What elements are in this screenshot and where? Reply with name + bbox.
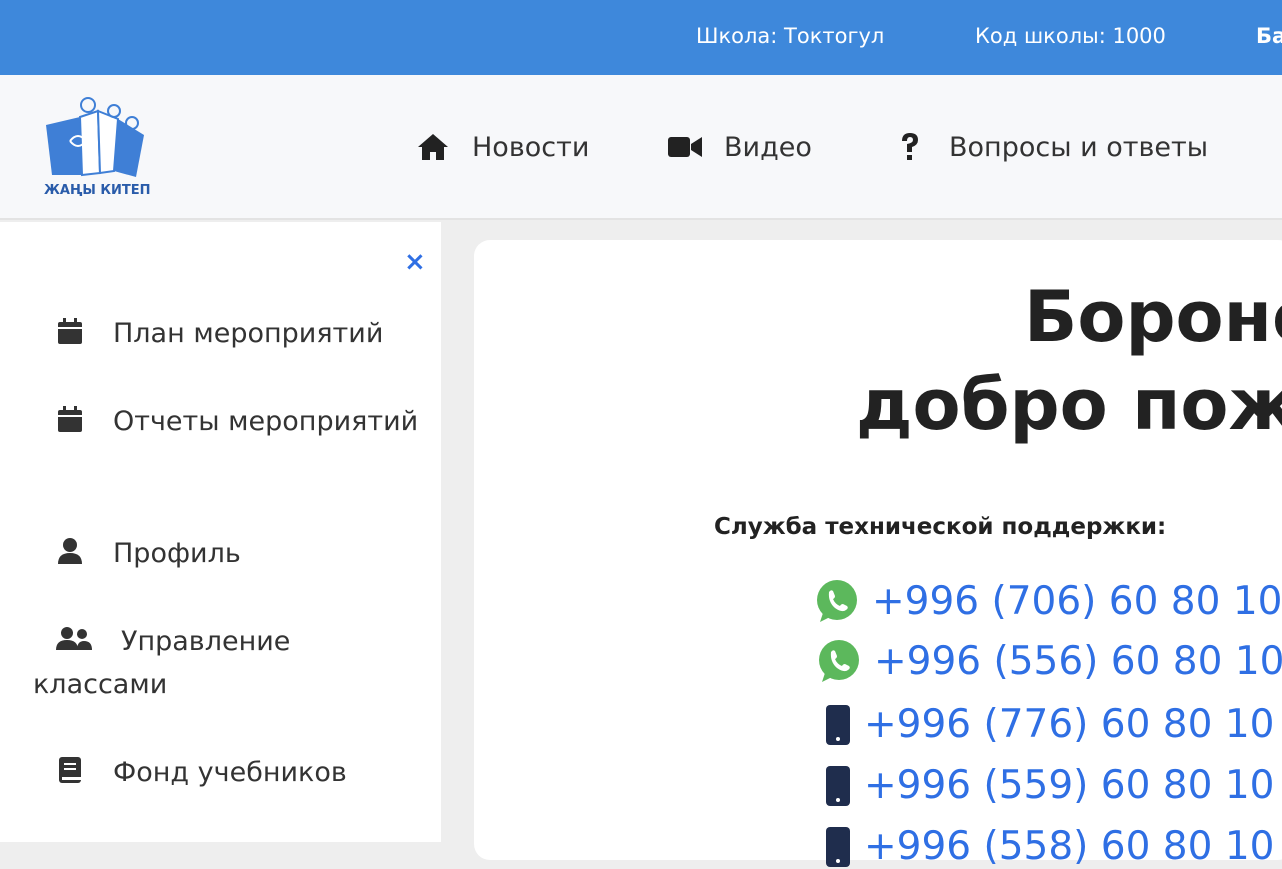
- calendar-icon: [58, 406, 82, 432]
- phone-number: +996 (558) 60 80 10: [864, 824, 1275, 869]
- sidebar-item-label: Отчеты мероприятий: [113, 406, 419, 437]
- mobile-phone-icon: [826, 704, 850, 745]
- phone-number: +996 (776) 60 80 10: [864, 702, 1275, 747]
- whatsapp-icon: [817, 580, 857, 622]
- phone-number: +996 (556) 60 80 10: [874, 638, 1282, 684]
- phone-number: +996 (706) 60 80 10: [872, 578, 1282, 624]
- phone-link[interactable]: +996 (556) 60 80 10: [816, 638, 1282, 684]
- users-icon: [56, 627, 92, 650]
- video-camera-icon: [668, 130, 702, 164]
- nav-faq-label: Вопросы и ответы: [949, 131, 1209, 163]
- phone-link[interactable]: +996 (776) 60 80 10: [824, 702, 1274, 747]
- phone-link[interactable]: +996 (559) 60 80 10: [824, 763, 1274, 808]
- question-icon: [893, 130, 927, 164]
- nav-news[interactable]: Новости: [416, 127, 589, 167]
- user-icon: [58, 538, 82, 564]
- sidebar-item-events-reports[interactable]: Отчеты мероприятий: [33, 400, 423, 443]
- balance-label-truncated: Ба: [1256, 24, 1282, 48]
- calendar-icon: [58, 318, 82, 344]
- sidebar-item-class-management[interactable]: Управление классами: [33, 620, 423, 706]
- sidebar-item-label: План мероприятий: [113, 318, 384, 349]
- phone-link[interactable]: +996 (706) 60 80 10: [814, 578, 1282, 624]
- sidebar-close-button[interactable]: ×: [404, 249, 426, 275]
- sidebar-item-label: Фонд учебников: [113, 757, 347, 788]
- sidebar-item-label: Профиль: [113, 538, 241, 569]
- home-icon: [416, 130, 450, 164]
- support-label: Служба технической поддержки:: [714, 514, 1167, 540]
- sidebar-item-textbook-fund[interactable]: Фонд учебников: [33, 751, 423, 794]
- mobile-phone-icon: [826, 826, 850, 867]
- phone-link[interactable]: +996 (558) 60 80 10: [824, 824, 1274, 869]
- school-code: Код школы: 1000: [975, 24, 1166, 48]
- main-navbar: ЖАҢЫ КИТЕП Новости Видео Вопросы и ответ…: [0, 75, 1282, 220]
- nav-news-label: Новости: [472, 131, 590, 163]
- book-icon: [59, 757, 81, 783]
- whatsapp-icon: [819, 640, 859, 682]
- top-info-bar: Школа: Токтогул Код школы: 1000 Ба: [0, 0, 1282, 75]
- sidebar-item-profile[interactable]: Профиль: [33, 532, 423, 575]
- sidebar-item-events-plan[interactable]: План мероприятий: [33, 312, 423, 355]
- nav-video[interactable]: Видео: [668, 127, 812, 167]
- mobile-phone-icon: [826, 765, 850, 806]
- page-title-line1: Бороно: [1024, 276, 1282, 358]
- phone-number: +996 (559) 60 80 10: [864, 763, 1275, 808]
- nav-video-label: Видео: [724, 131, 812, 163]
- page-title-line2: добро пожа: [856, 364, 1282, 446]
- logo-text: ЖАҢЫ КИТЕП: [44, 183, 151, 198]
- school-name: Школа: Токтогул: [696, 24, 885, 48]
- nav-faq[interactable]: Вопросы и ответы: [893, 127, 1208, 167]
